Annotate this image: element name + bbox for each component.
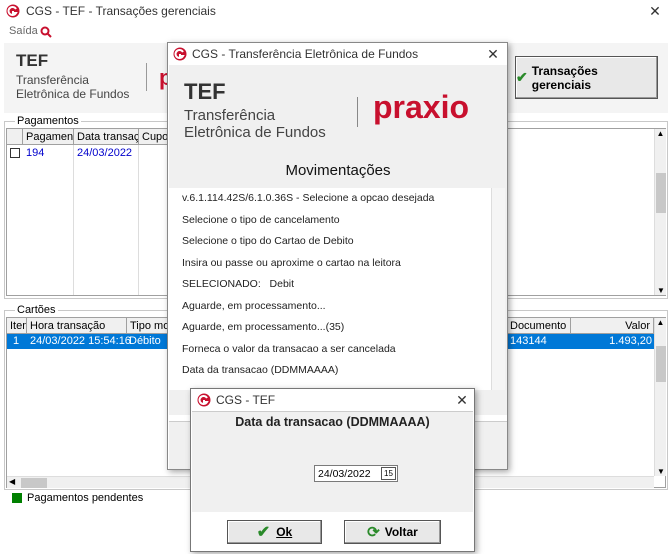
cards-row-item: 1: [13, 335, 20, 347]
ok-button-label: Ok: [276, 525, 293, 539]
payments-col-divider-2: [138, 145, 139, 295]
date-dialog-body: Data da transacao (DDMMAAAA) 24/03/2022 …: [192, 411, 473, 512]
date-dialog-title-bar: CGS - TEF: [191, 389, 474, 411]
tef-dialog-title-bar: CGS - Transferência Eletrônica de Fundos: [168, 43, 507, 65]
tef-logo-tef: TEF: [184, 79, 226, 104]
pending-legend-label: Pagamentos pendentes: [27, 492, 144, 504]
log-line: Selecione o tipo do Cartao de Debito: [182, 235, 354, 247]
cards-row-documento: 143144: [510, 335, 547, 347]
banner-sub1: Transferência: [16, 73, 89, 87]
search-icon[interactable]: [40, 26, 52, 38]
main-close-button[interactable]: ✕: [643, 3, 667, 19]
cards-scroll-thumb[interactable]: [656, 346, 666, 382]
payments-col-data[interactable]: Data transação: [74, 129, 139, 145]
tef-dialog-logo-icon: [173, 47, 187, 61]
date-dialog-close-button[interactable]: ✕: [451, 392, 473, 408]
cards-col-hora[interactable]: Hora transação: [27, 318, 127, 334]
transactions-button[interactable]: ✔ Transações gerenciais: [515, 56, 658, 99]
refresh-icon: ⟳: [367, 524, 380, 541]
date-dialog-title: CGS - TEF: [216, 393, 276, 407]
cgs-logo-icon: [6, 4, 20, 18]
praxio-brand: praxio: [373, 89, 470, 125]
cards-col-item[interactable]: Item: [7, 318, 27, 334]
log-line: Aguarde, em processamento...(35): [182, 321, 345, 333]
cards-hscroll-left-icon[interactable]: ◀: [9, 477, 15, 486]
log-line: Insira ou passe ou aproxime o cartao na …: [182, 256, 401, 269]
calendar-icon[interactable]: 15: [381, 467, 396, 480]
menu-exit[interactable]: Saída: [9, 25, 38, 37]
tef-logo-sub2: Eletrônica de Fundos: [184, 124, 326, 141]
date-prompt: Data da transacao (DDMMAAAA): [235, 415, 430, 429]
movements-log-scrollbar[interactable]: [491, 188, 505, 390]
banner-tef: TEF: [16, 51, 49, 70]
check-icon: ✔: [516, 69, 528, 85]
cards-row-valor: 1.493,20: [609, 335, 652, 347]
payments-col-pagamento[interactable]: Pagamento: [23, 129, 74, 145]
payments-row-pagamento[interactable]: 194: [26, 147, 44, 159]
date-input[interactable]: 24/03/2022 15: [314, 465, 398, 482]
tef-logo-divider: [357, 97, 358, 127]
back-button-label: Voltar: [384, 525, 418, 539]
calendar-icon-label: 15: [384, 469, 393, 478]
payments-row-checkbox[interactable]: [10, 148, 20, 158]
log-line: Aguarde, em processamento...: [182, 299, 326, 312]
payments-header-spacer: [7, 129, 23, 145]
log-line: v.6.1.114.42S/6.1.0.36S - Selecione a op…: [182, 192, 435, 204]
cards-group-label: Cartões: [15, 304, 58, 316]
banner-divider: [146, 63, 147, 91]
main-menu-bar: Saída: [0, 22, 672, 41]
payments-scroll-down-icon[interactable]: ▼: [655, 286, 667, 295]
banner-sub2: Eletrônica de Fundos: [16, 87, 130, 101]
date-dialog-logo-icon: [197, 393, 211, 407]
cards-row-tipo: Débito: [129, 335, 161, 347]
tef-dialog-title: CGS - Transferência Eletrônica de Fundos: [192, 47, 419, 61]
cards-scroll-down-icon[interactable]: ▼: [655, 467, 667, 476]
main-window-title: CGS - TEF - Transações gerenciais: [26, 4, 216, 18]
main-title-bar: CGS - TEF - Transações gerenciais: [0, 0, 672, 22]
payments-scroll-up-icon[interactable]: ▲: [655, 129, 666, 141]
log-line: Forneca o valor da transacao a ser cance…: [182, 342, 396, 355]
pending-color-swatch: [12, 493, 22, 503]
log-line: Selecione o tipo de cancelamento: [182, 213, 340, 226]
payments-row-data[interactable]: 24/03/2022: [77, 147, 132, 159]
back-button[interactable]: ⟳ Voltar: [344, 520, 441, 544]
ok-button[interactable]: ✔ Ok: [227, 520, 322, 544]
cards-col-valor[interactable]: Valor: [571, 318, 654, 334]
payments-scrollbar[interactable]: ▲ ▼: [654, 129, 666, 295]
movements-heading: Movimentações: [285, 162, 391, 179]
pending-legend: Pagamentos pendentes: [12, 491, 143, 505]
payments-group-label: Pagamentos: [15, 115, 81, 127]
date-dialog: CGS - TEF ✕ Data da transacao (DDMMAAAA)…: [190, 388, 475, 552]
cards-scroll-up-icon[interactable]: ▲: [655, 318, 666, 330]
cards-col-documento[interactable]: Documento: [507, 318, 571, 334]
date-input-value: 24/03/2022: [318, 468, 371, 480]
payments-scroll-thumb[interactable]: [656, 173, 666, 213]
ok-check-icon: ✔: [256, 524, 271, 541]
cards-row-hora: 24/03/2022 15:54:16: [30, 335, 131, 347]
transactions-button-label: Transações gerenciais: [531, 63, 598, 92]
payments-col-divider-1: [73, 145, 74, 295]
log-line: SELECIONADO: Debit: [182, 278, 295, 290]
tef-dialog-close-button[interactable]: ✕: [482, 46, 504, 62]
cards-scrollbar[interactable]: ▲ ▼: [654, 318, 666, 476]
tef-logo-sub1: Transferência: [184, 107, 276, 124]
movements-log: v.6.1.114.42S/6.1.0.36S - Selecione a op…: [169, 188, 491, 390]
log-line: Data da transacao (DDMMAAAA): [182, 364, 339, 376]
cards-hscroll-thumb[interactable]: [21, 478, 47, 488]
